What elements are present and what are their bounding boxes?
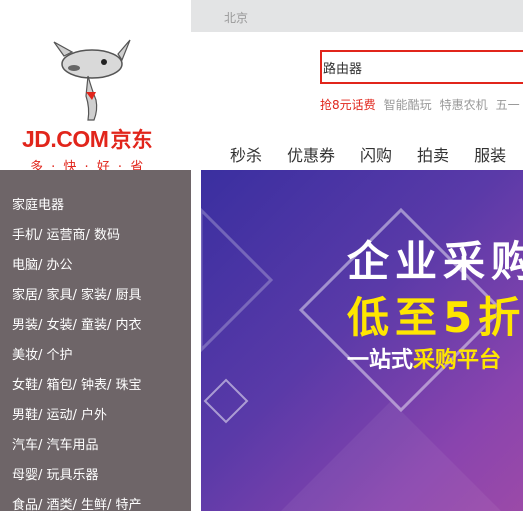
hotword-link[interactable]: 特惠农机 bbox=[440, 98, 488, 112]
banner-tagline: 一站式采购平台 bbox=[347, 348, 502, 373]
hotword-link[interactable]: 五一 bbox=[496, 98, 520, 112]
category-item[interactable]: 食品/ 酒类/ 生鲜/ 特产 bbox=[12, 494, 142, 513]
hotwords-bar: 抢8元话费 智能酷玩 特惠农机 五一 bbox=[320, 96, 523, 113]
category-item[interactable]: 家庭电器 bbox=[12, 194, 64, 213]
logo-text-cn: 京东 bbox=[110, 128, 153, 152]
search-input[interactable] bbox=[322, 52, 523, 82]
city-selector[interactable]: 北京 bbox=[224, 9, 248, 26]
category-item[interactable]: 女鞋/ 箱包/ 钟表/ 珠宝 bbox=[12, 374, 142, 393]
category-item[interactable]: 电脑/ 办公 bbox=[12, 254, 73, 273]
hotword-link[interactable]: 抢8元话费 bbox=[320, 98, 376, 112]
logo-area[interactable]: JD.COM京东 多 · 快 · 好 · 省 bbox=[0, 32, 191, 175]
category-item[interactable]: 男鞋/ 运动/ 户外 bbox=[12, 404, 107, 423]
category-item[interactable]: 家居/ 家具/ 家装/ 厨具 bbox=[12, 284, 142, 303]
nav-link-coupons[interactable]: 优惠券 bbox=[287, 146, 335, 165]
category-item[interactable]: 美妆/ 个护 bbox=[12, 344, 73, 363]
nav-link-clothing[interactable]: 服装 bbox=[474, 146, 506, 165]
nav-link-seckill[interactable]: 秒杀 bbox=[230, 146, 262, 165]
search-box bbox=[320, 50, 523, 84]
logo-wordmark: JD.COM京东 bbox=[22, 124, 152, 152]
category-item[interactable]: 手机/ 运营商/ 数码 bbox=[12, 224, 120, 243]
nav-link-auction[interactable]: 拍卖 bbox=[417, 146, 449, 165]
logo-text-en: JD.COM bbox=[22, 126, 109, 152]
category-sidebar: 家庭电器 手机/ 运营商/ 数码 电脑/ 办公 家居/ 家具/ 家装/ 厨具 男… bbox=[0, 170, 191, 513]
category-item[interactable]: 汽车/ 汽车用品 bbox=[12, 434, 99, 453]
promo-banner[interactable]: 企业采购 低至5折 一站式采购平台 bbox=[201, 170, 523, 511]
main-nav: 秒杀 优惠券 闪购 拍卖 服装 bbox=[230, 142, 523, 166]
category-item[interactable]: 母婴/ 玩具乐器 bbox=[12, 464, 99, 483]
banner-headline: 企业采购 bbox=[347, 237, 523, 286]
jd-dog-mascot-icon bbox=[53, 39, 131, 121]
nav-link-flash-sale[interactable]: 闪购 bbox=[360, 146, 392, 165]
hotword-link[interactable]: 智能酷玩 bbox=[384, 98, 432, 112]
category-item[interactable]: 男装/ 女装/ 童装/ 内衣 bbox=[12, 314, 142, 333]
banner-discount: 低至5折 bbox=[347, 293, 523, 342]
top-bar-left-blank bbox=[0, 0, 191, 32]
